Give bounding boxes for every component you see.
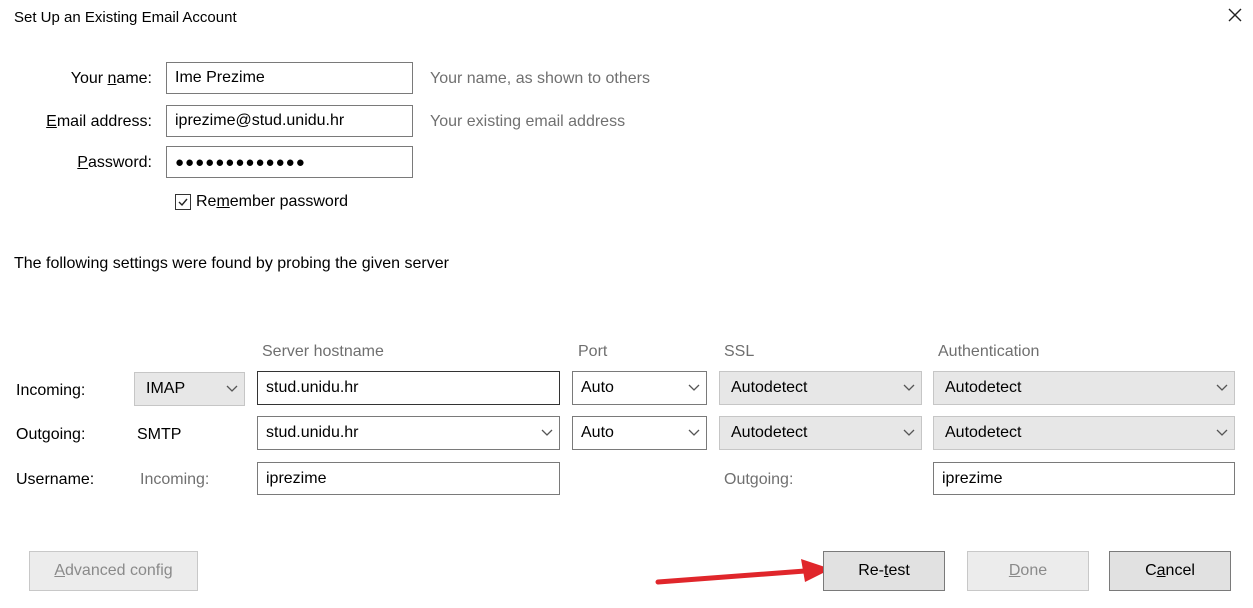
outgoing-protocol: SMTP: [137, 426, 182, 443]
outgoing-port-value: Auto: [581, 424, 614, 441]
header-authentication: Authentication: [938, 343, 1040, 360]
incoming-ssl-select[interactable]: Autodetect: [719, 371, 922, 405]
chevron-down-icon: [226, 385, 238, 393]
incoming-hostname-field[interactable]: stud.unidu.hr: [257, 371, 560, 405]
incoming-protocol-value: IMAP: [146, 380, 186, 397]
email-field[interactable]: iprezime@stud.unidu.hr: [166, 105, 413, 137]
chevron-down-icon: [541, 429, 553, 437]
email-label: Email address:: [46, 113, 152, 130]
incoming-auth-value: Autodetect: [945, 379, 1022, 396]
username-outgoing-label: Outgoing:: [724, 471, 794, 488]
name-field[interactable]: Ime Prezime: [166, 62, 413, 94]
outgoing-ssl-value: Autodetect: [731, 424, 808, 441]
header-server-hostname: Server hostname: [262, 343, 384, 360]
name-hint: Your name, as shown to others: [430, 70, 650, 87]
close-button[interactable]: [1222, 4, 1248, 30]
name-label: Your name:: [70, 70, 152, 87]
incoming-protocol-select[interactable]: IMAP: [134, 372, 245, 406]
advanced-config-button[interactable]: Advanced config: [29, 551, 198, 591]
chevron-down-icon: [903, 429, 915, 437]
chevron-down-icon: [1216, 429, 1228, 437]
cancel-button[interactable]: Ca ncel: [1109, 551, 1231, 591]
header-port: Port: [578, 343, 608, 360]
header-ssl: SSL: [724, 343, 755, 360]
username-incoming-label: Incoming:: [140, 471, 210, 488]
chevron-down-icon: [903, 384, 915, 392]
outgoing-auth-select[interactable]: Autodetect: [933, 416, 1235, 450]
incoming-port-combo[interactable]: Auto: [572, 371, 707, 405]
chevron-down-icon: [1216, 384, 1228, 392]
checkbox-check-icon: [175, 194, 191, 210]
remember-password-checkbox[interactable]: Remember password: [175, 193, 348, 211]
outgoing-hostname-value: stud.unidu.hr: [266, 424, 359, 441]
incoming-ssl-value: Autodetect: [731, 379, 808, 396]
password-field[interactable]: ●●●●●●●●●●●●●: [166, 146, 413, 178]
chevron-down-icon: [688, 429, 700, 437]
outgoing-ssl-select[interactable]: Autodetect: [719, 416, 922, 450]
annotation-arrow-icon: [655, 559, 831, 585]
probe-message: The following settings were found by pro…: [14, 255, 449, 272]
username-incoming-field[interactable]: iprezime: [257, 462, 560, 495]
outgoing-label: Outgoing:: [16, 426, 86, 443]
password-label: Password:: [77, 154, 152, 171]
dialog-title: Set Up an Existing Email Account: [14, 9, 237, 26]
retest-button[interactable]: Re-t est: [823, 551, 945, 591]
done-button[interactable]: Done: [967, 551, 1089, 591]
chevron-down-icon: [688, 384, 700, 392]
close-icon: [1227, 7, 1243, 28]
outgoing-hostname-combo[interactable]: stud.unidu.hr: [257, 416, 560, 450]
incoming-port-value: Auto: [581, 379, 614, 396]
email-hint: Your existing email address: [430, 113, 626, 130]
incoming-auth-select[interactable]: Autodetect: [933, 371, 1235, 405]
remember-password-label: Remember password: [196, 193, 349, 210]
username-label: Username:: [16, 471, 95, 488]
outgoing-port-combo[interactable]: Auto: [572, 416, 707, 450]
outgoing-auth-value: Autodetect: [945, 424, 1022, 441]
incoming-label: Incoming:: [16, 382, 86, 399]
username-outgoing-field[interactable]: iprezime: [933, 462, 1235, 495]
